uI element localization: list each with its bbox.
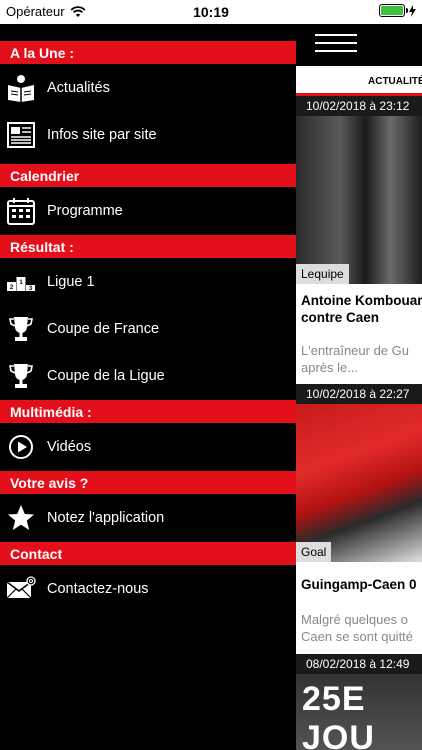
trophy-icon (6, 314, 36, 344)
calendar-icon (6, 196, 36, 226)
source-badge: Goal (296, 542, 332, 562)
hamburger-line (315, 50, 357, 52)
article-card[interactable]: 10/02/2018 à 22:27 Goal Guingamp-Caen 0 … (296, 384, 422, 654)
article-date: 10/02/2018 à 22:27 (296, 384, 422, 404)
article-desc-line: après le... (301, 360, 359, 375)
article-desc-line: Malgré quelques o (301, 612, 408, 627)
article-description: L'entraîneur de Gu après le... (296, 334, 422, 384)
menu-item-label: Actualités (47, 79, 110, 96)
menu-item-infos-site[interactable]: Infos site par site (0, 111, 296, 158)
newspaper-icon (6, 120, 36, 150)
menu-item-label: Contactez-nous (47, 580, 149, 597)
menu-item-ligue-1[interactable]: 2 1 3 Ligue 1 (0, 258, 296, 305)
menu-item-coupe-de-la-ligue[interactable]: Coupe de la Ligue (0, 352, 296, 399)
menu-item-actualites[interactable]: Actualités (0, 64, 296, 111)
menu-item-label: Notez l'application (47, 509, 165, 526)
podium-icon: 2 1 3 (6, 267, 36, 297)
battery-level (381, 6, 403, 15)
source-badge: Lequipe (296, 264, 349, 284)
article-image: 25E JOU (296, 674, 422, 750)
mail-icon (6, 574, 36, 604)
article-image: Goal (296, 404, 422, 562)
article-card[interactable]: 08/02/2018 à 12:49 25E JOU (296, 654, 422, 750)
image-headline: 25E JOU (302, 680, 375, 750)
article-card[interactable]: 10/02/2018 à 23:12 Lequipe Antoine Kombo… (296, 96, 422, 384)
menu-item-programme[interactable]: Programme (0, 187, 296, 234)
menu-item-contactez-nous[interactable]: Contactez-nous (0, 565, 296, 612)
top-bar (296, 24, 422, 66)
hamburger-menu-button[interactable] (315, 28, 357, 62)
article-desc-line: L'entraîneur de Gu (301, 343, 409, 358)
clock: 10:19 (193, 4, 229, 20)
side-drawer: A la Une : Actualités Infos site par sit… (0, 24, 296, 750)
menu-item-label: Ligue 1 (47, 273, 95, 290)
menu-item-notez-application[interactable]: Notez l'application (0, 494, 296, 541)
tab-indicator (296, 93, 422, 96)
trophy-icon (6, 361, 36, 391)
article-image: Lequipe (296, 116, 422, 284)
hamburger-line (315, 42, 357, 44)
section-header-resultat: Résultat : (0, 235, 296, 258)
main-content: ACTUALITÉ 10/02/2018 à 23:12 Lequipe Ant… (296, 24, 422, 750)
section-header-contact: Contact (0, 542, 296, 565)
menu-item-label: Vidéos (47, 438, 92, 455)
article-title-line: contre Caen (301, 310, 380, 325)
tab-bar: ACTUALITÉ (296, 66, 422, 96)
menu-item-label: Coupe de France (47, 320, 160, 337)
section-header-a-la-une: A la Une : (0, 41, 296, 64)
article-description: Malgré quelques o Caen se sont quitté (296, 607, 422, 654)
menu-item-label: Infos site par site (47, 126, 157, 143)
article-date: 08/02/2018 à 12:49 (296, 654, 422, 674)
article-date: 10/02/2018 à 23:12 (296, 96, 422, 116)
section-header-votre-avis: Votre avis ? (0, 471, 296, 494)
menu-item-videos[interactable]: Vidéos (0, 423, 296, 470)
status-icons (379, 4, 416, 17)
menu-item-label: Coupe de la Ligue (47, 367, 165, 384)
menu-item-coupe-de-france[interactable]: Coupe de France (0, 305, 296, 352)
newspaper-reader-icon (6, 73, 36, 103)
menu-item-label: Programme (47, 202, 123, 219)
tab-actualite[interactable]: ACTUALITÉ (368, 76, 422, 87)
star-icon (6, 503, 36, 533)
charging-bolt-icon (409, 4, 416, 17)
article-title-line: Antoine Kombouaré (301, 293, 422, 308)
play-circle-icon (6, 432, 36, 462)
hamburger-line (315, 34, 357, 36)
status-bar: Opérateur 10:19 (0, 0, 422, 24)
section-header-calendrier: Calendrier (0, 164, 296, 187)
article-title: Guingamp-Caen 0 (296, 562, 422, 607)
battery-icon (379, 4, 408, 17)
article-title-line: Guingamp-Caen 0 (301, 577, 417, 592)
article-desc-line: Caen se sont quitté (301, 629, 414, 644)
section-header-multimedia: Multimédia : (0, 400, 296, 423)
article-title: Antoine Kombouaré contre Caen (296, 284, 422, 334)
